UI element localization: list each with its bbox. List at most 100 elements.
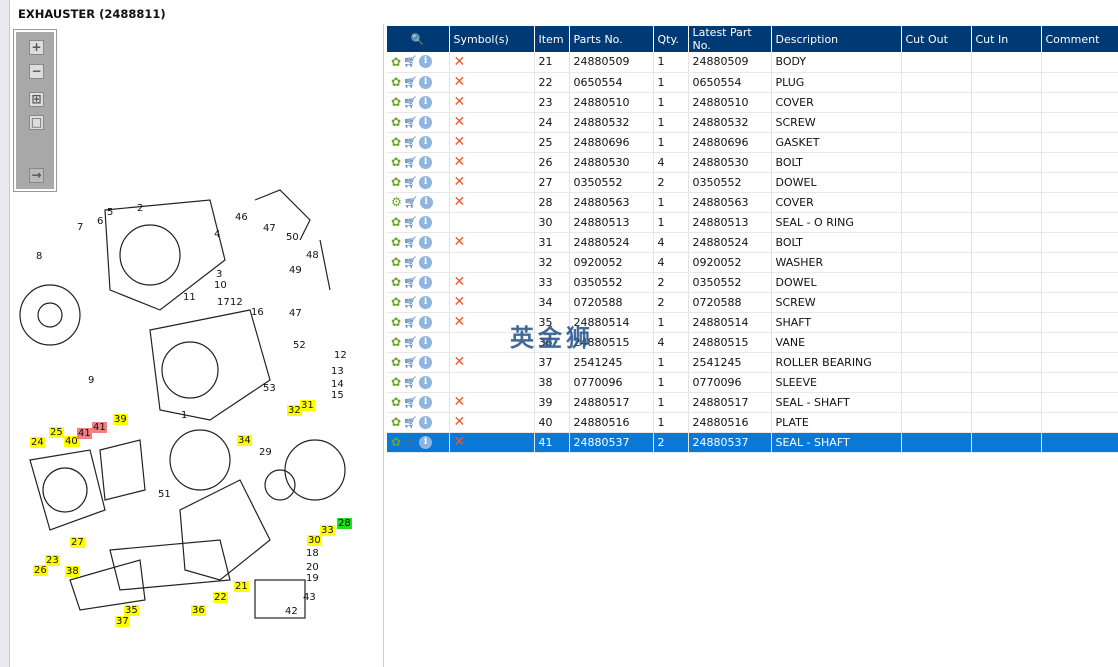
info-icon[interactable]: i (419, 95, 433, 109)
info-icon[interactable]: i (419, 435, 433, 449)
info-icon[interactable]: i (419, 115, 433, 129)
cart-icon[interactable]: 🛒︎ (403, 55, 417, 68)
callout-27[interactable]: 27 (70, 537, 85, 548)
info-icon[interactable]: i (419, 415, 433, 429)
info-icon[interactable]: i (419, 275, 433, 289)
settings-icon[interactable]: ✿ (391, 355, 401, 369)
settings-icon[interactable]: ✿ (391, 235, 401, 249)
column-header[interactable]: Cut Out (901, 26, 972, 52)
callout-41[interactable]: 41 (77, 428, 92, 439)
info-icon[interactable]: i (419, 335, 433, 349)
table-row[interactable]: ✿ 🛒︎ i ✕ 22 0650554 1 0650554 PLUG (387, 72, 1118, 93)
table-row[interactable]: ✿ 🛒︎ i 30 24880513 1 24880513 SEAL - O RING (387, 212, 1118, 233)
settings-icon[interactable]: ✿ (391, 415, 401, 429)
cart-icon[interactable]: 🛒︎ (403, 176, 417, 189)
cart-icon[interactable]: 🛒︎ (403, 436, 417, 449)
column-header[interactable]: Item (534, 26, 570, 52)
settings-icon[interactable]: ✿ (391, 375, 401, 389)
settings-icon[interactable]: ✿ (391, 75, 401, 89)
info-icon[interactable]: i (419, 355, 433, 369)
settings-icon[interactable]: ✿ (391, 255, 401, 269)
column-header[interactable]: Symbol(s) (449, 26, 535, 52)
callout-33[interactable]: 33 (320, 525, 335, 536)
cart-icon[interactable]: 🛒︎ (403, 136, 417, 149)
table-row[interactable]: ✿ 🛒︎ i ✕ 23 24880510 1 24880510 COVER (387, 92, 1118, 113)
settings-icon[interactable]: ✿ (391, 115, 401, 129)
table-row[interactable]: ✿ 🛒︎ i ✕ 39 24880517 1 24880517 SEAL - SHAFT (387, 392, 1118, 413)
table-row[interactable]: ✿ 🛒︎ i ✕ 35 24880514 1 24880514 SHAFT (387, 312, 1118, 333)
callout-36[interactable]: 36 (191, 605, 206, 616)
table-row[interactable]: ✿ 🛒︎ i ✕ 24 24880532 1 24880532 SCREW (387, 112, 1118, 133)
callout-24[interactable]: 24 (30, 437, 45, 448)
fit-all-icon[interactable]: ⊞ (29, 92, 44, 107)
info-icon[interactable]: i (419, 295, 433, 309)
table-row[interactable]: ⚙ 🛒︎ i ✕ 28 24880563 1 24880563 COVER (387, 192, 1118, 213)
callout-30[interactable]: 30 (307, 535, 322, 546)
column-header[interactable]: Qty. (653, 26, 689, 52)
column-header-search[interactable]: 🔍 (387, 26, 450, 52)
cart-icon[interactable]: 🛒︎ (403, 396, 417, 409)
table-row[interactable]: ✿ 🛒︎ i ✕ 41 24880537 2 24880537 SEAL - SHAFT (387, 432, 1118, 453)
cart-icon[interactable]: 🛒︎ (403, 256, 417, 269)
cart-icon[interactable]: 🛒︎ (403, 416, 417, 429)
settings-icon[interactable]: ✿ (391, 95, 401, 109)
callout-35[interactable]: 35 (124, 605, 139, 616)
callout-22[interactable]: 22 (213, 592, 228, 603)
column-header[interactable]: Parts No. (569, 26, 654, 52)
info-icon[interactable]: i (419, 55, 433, 69)
table-row[interactable]: ✿ 🛒︎ i ✕ 40 24880516 1 24880516 PLATE (387, 412, 1118, 433)
settings-icon[interactable]: ✿ (391, 295, 401, 309)
settings-icon[interactable]: ✿ (391, 315, 401, 329)
cart-icon[interactable]: 🛒︎ (403, 236, 417, 249)
info-icon[interactable]: i (419, 395, 433, 409)
cart-icon[interactable]: 🛒︎ (403, 336, 417, 349)
info-icon[interactable]: i (419, 175, 433, 189)
table-row[interactable]: ✿ 🛒︎ i ✕ 25 24880696 1 24880696 GASKET (387, 132, 1118, 153)
callout-41[interactable]: 41 (92, 422, 107, 433)
cart-icon[interactable]: 🛒︎ (404, 196, 418, 209)
table-row[interactable]: ✿ 🛒︎ i ✕ 34 0720588 2 0720588 SCREW (387, 292, 1118, 313)
table-row[interactable]: ✿ 🛒︎ i ✕ 31 24880524 4 24880524 BOLT (387, 232, 1118, 253)
cart-icon[interactable]: 🛒︎ (403, 116, 417, 129)
settings-icon[interactable]: ✿ (391, 335, 401, 349)
column-header[interactable]: Latest Part No. (688, 26, 772, 52)
callout-21[interactable]: 21 (234, 581, 249, 592)
settings-icon[interactable]: ✿ (391, 55, 401, 69)
table-row[interactable]: ✿ 🛒︎ i 38 0770096 1 0770096 SLEEVE (387, 372, 1118, 393)
table-row[interactable]: ✿ 🛒︎ i ✕ 33 0350552 2 0350552 DOWEL (387, 272, 1118, 293)
cart-icon[interactable]: 🛒︎ (403, 316, 417, 329)
cart-icon[interactable]: 🛒︎ (403, 376, 417, 389)
cart-icon[interactable]: 🛒︎ (403, 296, 417, 309)
callout-28[interactable]: 28 (337, 518, 352, 529)
callout-25[interactable]: 25 (49, 427, 64, 438)
info-icon[interactable]: i (419, 215, 433, 229)
zoom-out-icon[interactable]: − (29, 64, 44, 79)
table-row[interactable]: ✿ 🛒︎ i 36 24880515 4 24880515 VANE (387, 332, 1118, 353)
callout-34[interactable]: 34 (237, 435, 252, 446)
info-icon[interactable]: i (419, 135, 433, 149)
callout-31[interactable]: 31 (300, 400, 315, 411)
table-row[interactable]: ✿ 🛒︎ i ✕ 27 0350552 2 0350552 DOWEL (387, 172, 1118, 193)
cart-icon[interactable]: 🛒︎ (403, 76, 417, 89)
settings-icon[interactable]: ✿ (391, 215, 401, 229)
zoom-in-icon[interactable]: + (29, 40, 44, 55)
callout-38[interactable]: 38 (65, 566, 80, 577)
settings-icon[interactable]: ✿ (391, 395, 401, 409)
settings-icon[interactable]: ✿ (391, 155, 401, 169)
cart-icon[interactable]: 🛒︎ (403, 276, 417, 289)
cart-icon[interactable]: 🛒︎ (403, 156, 417, 169)
info-icon[interactable]: i (419, 315, 433, 329)
info-icon[interactable]: i (419, 255, 433, 269)
cart-icon[interactable]: 🛒︎ (403, 96, 417, 109)
settings-icon[interactable]: ✿ (391, 175, 401, 189)
table-row[interactable]: ✿ 🛒︎ i ✕ 21 24880509 1 24880509 BODY (387, 52, 1118, 73)
callout-39[interactable]: 39 (113, 414, 128, 425)
info-icon[interactable]: i (419, 375, 433, 389)
column-header[interactable]: Comment (1041, 26, 1118, 52)
table-row[interactable]: ✿ 🛒︎ i 32 0920052 4 0920052 WASHER (387, 252, 1118, 273)
actual-size-icon[interactable]: □ (29, 115, 44, 130)
table-row[interactable]: ✿ 🛒︎ i ✕ 26 24880530 4 24880530 BOLT (387, 152, 1118, 173)
info-icon[interactable]: i (419, 195, 433, 209)
cart-icon[interactable]: 🛒︎ (403, 216, 417, 229)
settings-icon[interactable]: ✿ (391, 435, 401, 449)
